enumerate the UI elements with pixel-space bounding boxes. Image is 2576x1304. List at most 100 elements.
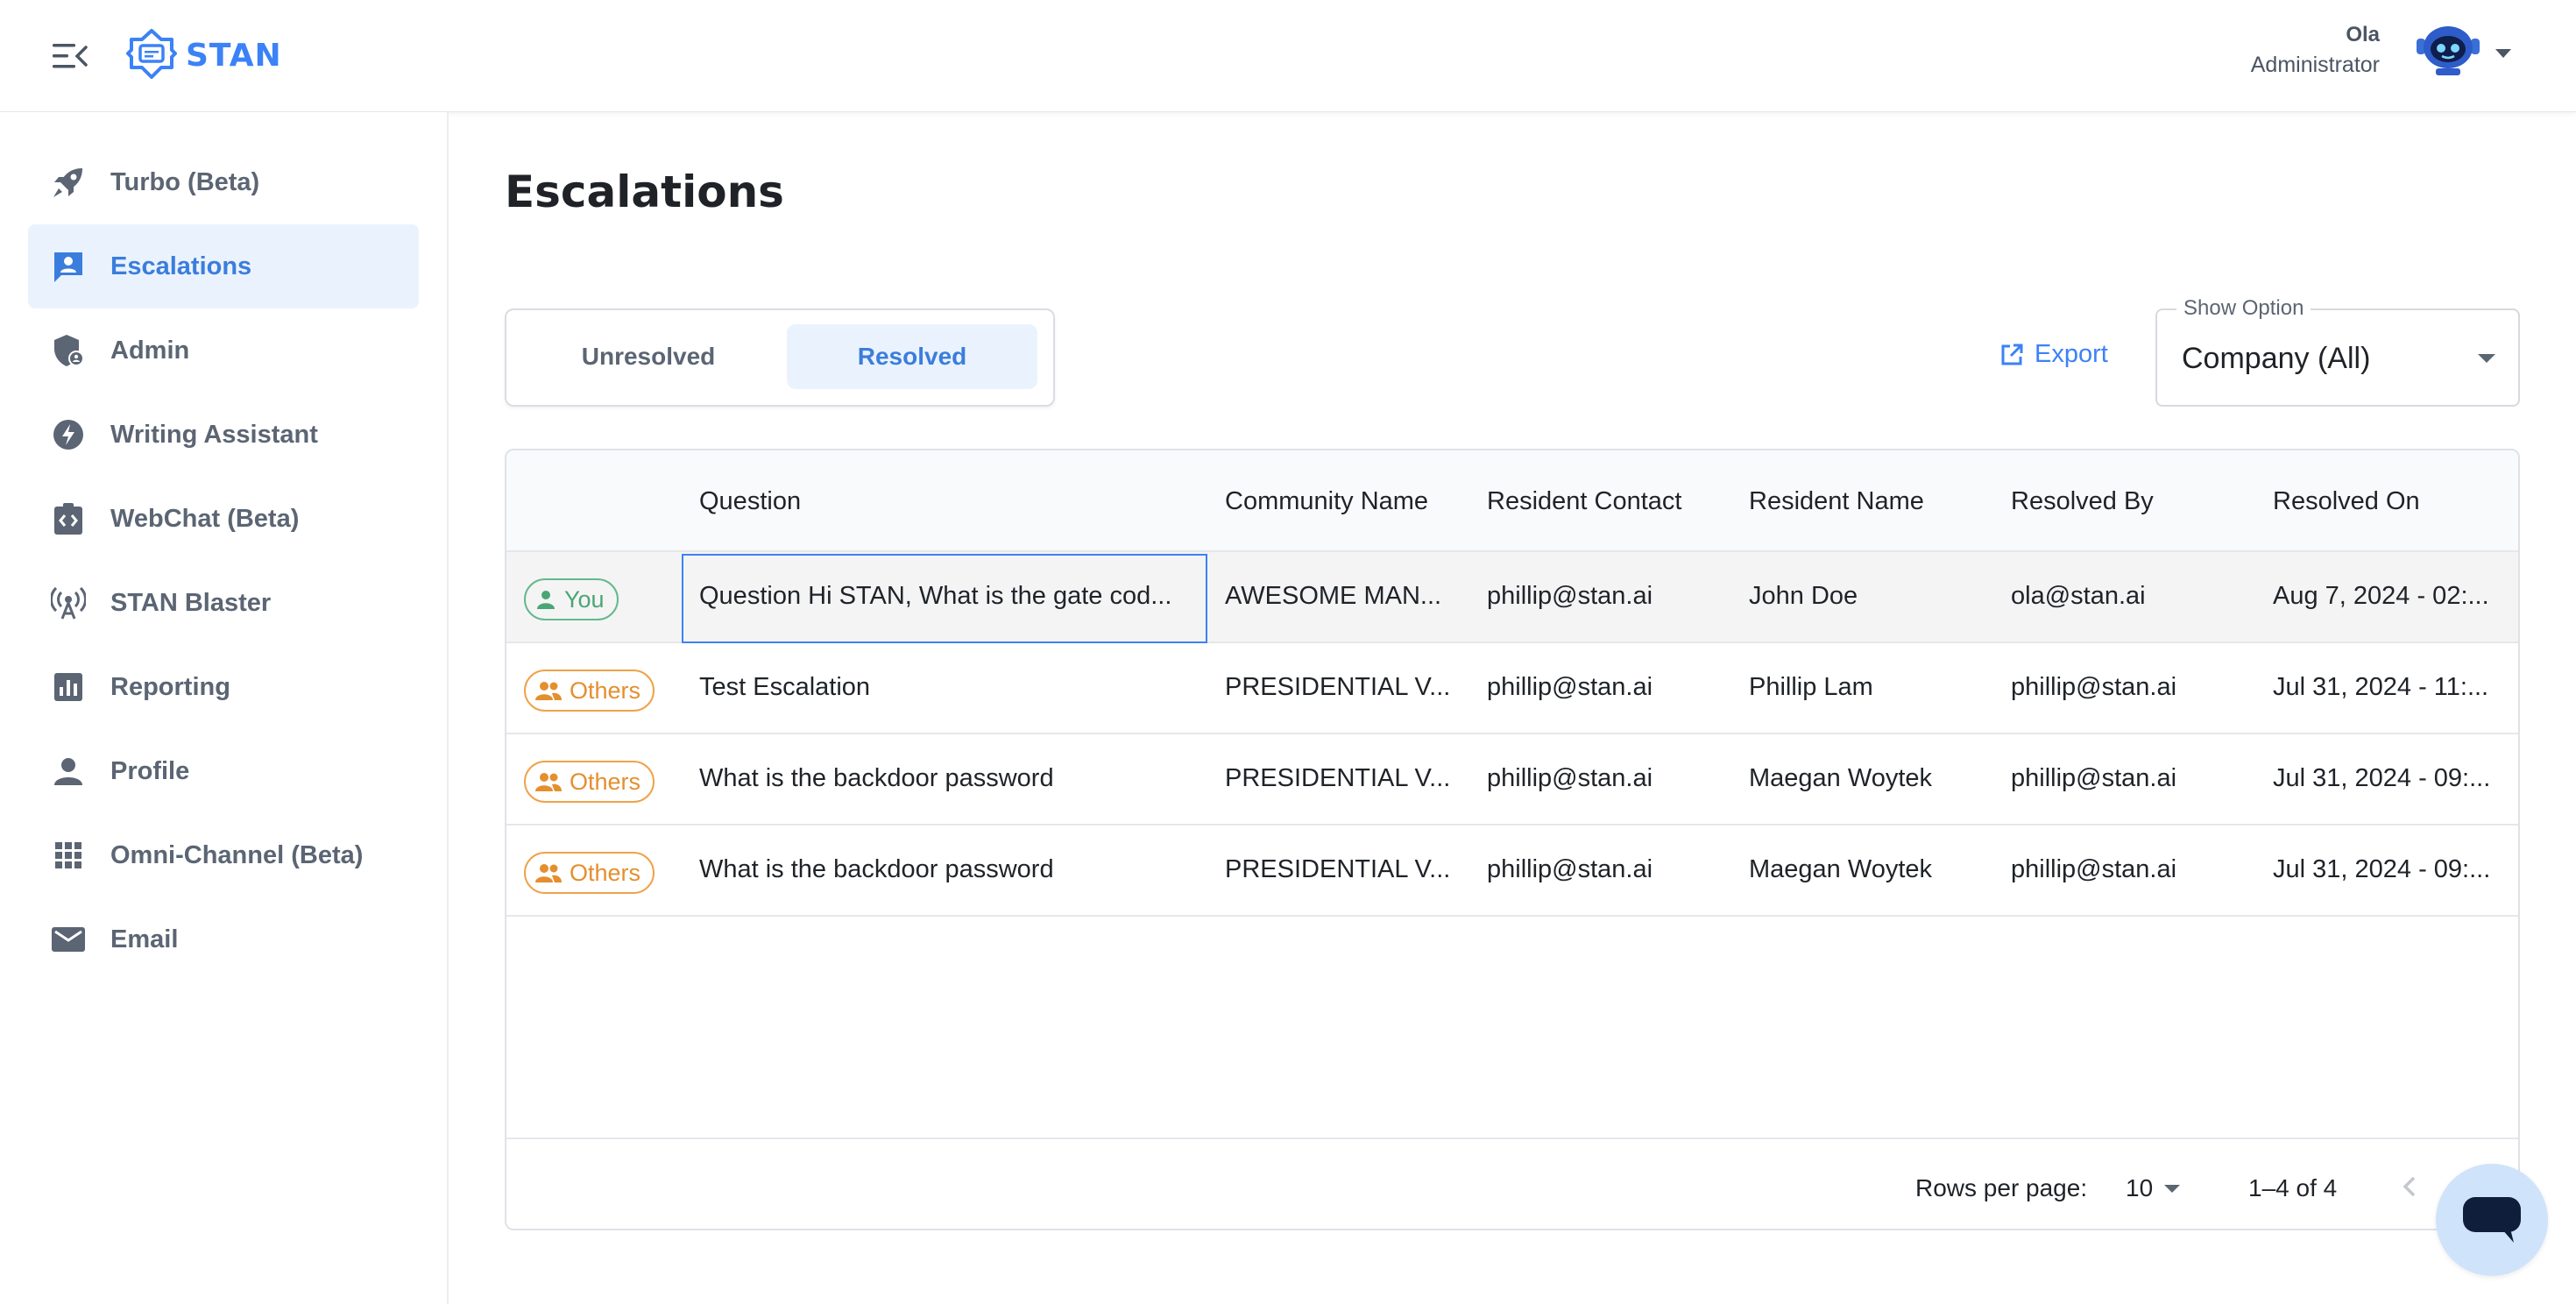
sidebar-item-label: Reporting xyxy=(110,672,230,701)
user-info[interactable]: Ola Administrator xyxy=(2251,23,2380,78)
column-header-resolved-on[interactable]: Resolved On xyxy=(2273,487,2420,516)
user-name: Ola xyxy=(2346,23,2380,46)
cell-resolved-on[interactable]: Aug 7, 2024 - 02:... xyxy=(2273,582,2489,611)
sidebar-item-label: Omni-Channel (Beta) xyxy=(110,840,364,869)
cell-community[interactable]: PRESIDENTIAL V... xyxy=(1225,855,1450,884)
cell-community[interactable]: AWESOME MAN... xyxy=(1225,582,1441,611)
cell-resolved-on[interactable]: Jul 31, 2024 - 09:... xyxy=(2273,855,2490,884)
bolt-icon xyxy=(49,415,88,454)
group-icon xyxy=(535,682,562,700)
cell-resolved-by[interactable]: phillip@stan.ai xyxy=(2011,673,2176,702)
rows-per-page-select[interactable]: 10 xyxy=(2126,1174,2153,1202)
show-option-legend: Show Option xyxy=(2176,296,2311,321)
column-header-community-name[interactable]: Community Name xyxy=(1225,487,1428,516)
chevron-down-icon[interactable] xyxy=(2164,1185,2180,1193)
bar-chart-icon xyxy=(49,668,88,706)
column-header-resident-name[interactable]: Resident Name xyxy=(1749,487,1924,516)
group-icon xyxy=(535,864,562,882)
cell-community[interactable]: PRESIDENTIAL V... xyxy=(1225,764,1450,793)
column-header-resident-contact[interactable]: Resident Contact xyxy=(1487,487,1681,516)
table-row[interactable]: You Question Hi STAN, What is the gate c… xyxy=(506,552,2518,643)
cell-resolved-on[interactable]: Jul 31, 2024 - 11:... xyxy=(2273,673,2488,702)
cell-resident[interactable]: Phillip Lam xyxy=(1749,673,1873,702)
broadcast-icon xyxy=(49,584,88,622)
brand-name: STAN xyxy=(186,37,282,74)
sidebar-item-label: Turbo (Beta) xyxy=(110,167,260,196)
cell-resolved-by[interactable]: ola@stan.ai xyxy=(2011,582,2146,611)
tab-unresolved[interactable]: Unresolved xyxy=(526,324,771,389)
export-button[interactable]: Export xyxy=(1999,340,2108,369)
sidebar-item-stan-blaster[interactable]: STAN Blaster xyxy=(28,561,419,645)
export-label: Export xyxy=(2035,340,2108,368)
cell-question[interactable]: What is the backdoor password xyxy=(699,764,1054,793)
brand-logo[interactable]: STAN xyxy=(126,28,282,82)
sidebar-item-profile[interactable]: Profile xyxy=(28,729,419,813)
cell-resolved-on[interactable]: Jul 31, 2024 - 09:... xyxy=(2273,764,2490,793)
cell-question[interactable]: Question Hi STAN, What is the gate cod..… xyxy=(699,582,1171,611)
menu-collapse-icon[interactable] xyxy=(51,40,89,72)
tab-resolved[interactable]: Resolved xyxy=(787,324,1037,389)
sidebar-item-label: Admin xyxy=(110,336,190,365)
owner-badge-label: Others xyxy=(570,768,641,795)
sidebar-item-label: Writing Assistant xyxy=(110,420,318,449)
column-header-resolved-by[interactable]: Resolved By xyxy=(2011,487,2154,516)
sidebar-item-admin[interactable]: Admin xyxy=(28,308,419,393)
table-row[interactable]: Others Test Escalation PRESIDENTIAL V...… xyxy=(506,643,2518,734)
sidebar-item-label: STAN Blaster xyxy=(110,588,272,617)
cell-contact[interactable]: phillip@stan.ai xyxy=(1487,764,1652,793)
sidebar-item-writing-assistant[interactable]: Writing Assistant xyxy=(28,393,419,477)
chat-launcher-button[interactable] xyxy=(2436,1164,2548,1276)
cell-resolved-by[interactable]: phillip@stan.ai xyxy=(2011,764,2176,793)
cell-contact[interactable]: phillip@stan.ai xyxy=(1487,582,1652,611)
admin-shield-icon xyxy=(49,331,88,370)
table-row[interactable]: Others What is the backdoor password PRE… xyxy=(506,826,2518,917)
column-header-question[interactable]: Question xyxy=(699,487,801,516)
cell-contact[interactable]: phillip@stan.ai xyxy=(1487,855,1652,884)
owner-badge-others: Others xyxy=(524,761,655,803)
sidebar-item-email[interactable]: Email xyxy=(28,897,419,982)
group-icon xyxy=(535,773,562,791)
owner-badge-you: You xyxy=(524,578,619,620)
cell-resident[interactable]: Maegan Woytek xyxy=(1749,855,1932,884)
show-option-value: Company (All) xyxy=(2182,342,2371,375)
page-title: Escalations xyxy=(505,167,784,217)
resolution-toggle-group: Unresolved Resolved xyxy=(505,308,1055,407)
show-option-select[interactable]: Show Option Company (All) xyxy=(2155,296,2520,407)
robot-avatar-icon[interactable] xyxy=(2415,25,2481,77)
sidebar-item-omni-channel[interactable]: Omni-Channel (Beta) xyxy=(28,813,419,897)
owner-badge-others: Others xyxy=(524,852,655,894)
owner-badge-others: Others xyxy=(524,670,655,712)
owner-badge-label: Others xyxy=(570,677,641,704)
top-header: STAN Ola Administrator xyxy=(0,0,2576,112)
chevron-down-icon xyxy=(2478,354,2495,363)
cell-contact[interactable]: phillip@stan.ai xyxy=(1487,673,1652,702)
sidebar-item-label: Email xyxy=(110,925,179,953)
stan-logo-icon xyxy=(126,29,177,79)
previous-page-chevron-left-icon[interactable] xyxy=(2397,1169,2422,1204)
cell-resolved-by[interactable]: phillip@stan.ai xyxy=(2011,855,2176,884)
table-pagination: Rows per page: 10 1–4 of 4 xyxy=(506,1137,2518,1229)
cell-resident[interactable]: Maegan Woytek xyxy=(1749,764,1932,793)
cell-community[interactable]: PRESIDENTIAL V... xyxy=(1225,673,1450,702)
rocket-icon xyxy=(49,163,88,202)
grid-icon xyxy=(49,836,88,875)
sidebar-item-webchat[interactable]: WebChat (Beta) xyxy=(28,477,419,561)
sidebar: Turbo (Beta) Escalations Admin Writing A… xyxy=(0,112,449,1304)
code-clipboard-icon xyxy=(49,500,88,538)
sidebar-item-reporting[interactable]: Reporting xyxy=(28,645,419,729)
owner-badge-label: Others xyxy=(570,859,641,886)
rows-per-page-label: Rows per page: xyxy=(1915,1174,2088,1201)
sidebar-item-escalations[interactable]: Escalations xyxy=(28,224,419,308)
escalation-icon xyxy=(49,247,88,286)
owner-badge-label: You xyxy=(564,585,605,613)
user-menu-chevron-down-icon[interactable] xyxy=(2495,49,2511,58)
chat-bubble-icon xyxy=(2463,1197,2521,1243)
user-role: Administrator xyxy=(2250,53,2380,77)
cell-question[interactable]: What is the backdoor password xyxy=(699,855,1054,884)
cell-question[interactable]: Test Escalation xyxy=(699,673,870,702)
external-link-icon xyxy=(2001,344,2023,365)
table-row[interactable]: Others What is the backdoor password PRE… xyxy=(506,734,2518,826)
sidebar-item-turbo[interactable]: Turbo (Beta) xyxy=(28,140,419,224)
cell-resident[interactable]: John Doe xyxy=(1749,582,1858,611)
person-icon xyxy=(537,591,555,609)
